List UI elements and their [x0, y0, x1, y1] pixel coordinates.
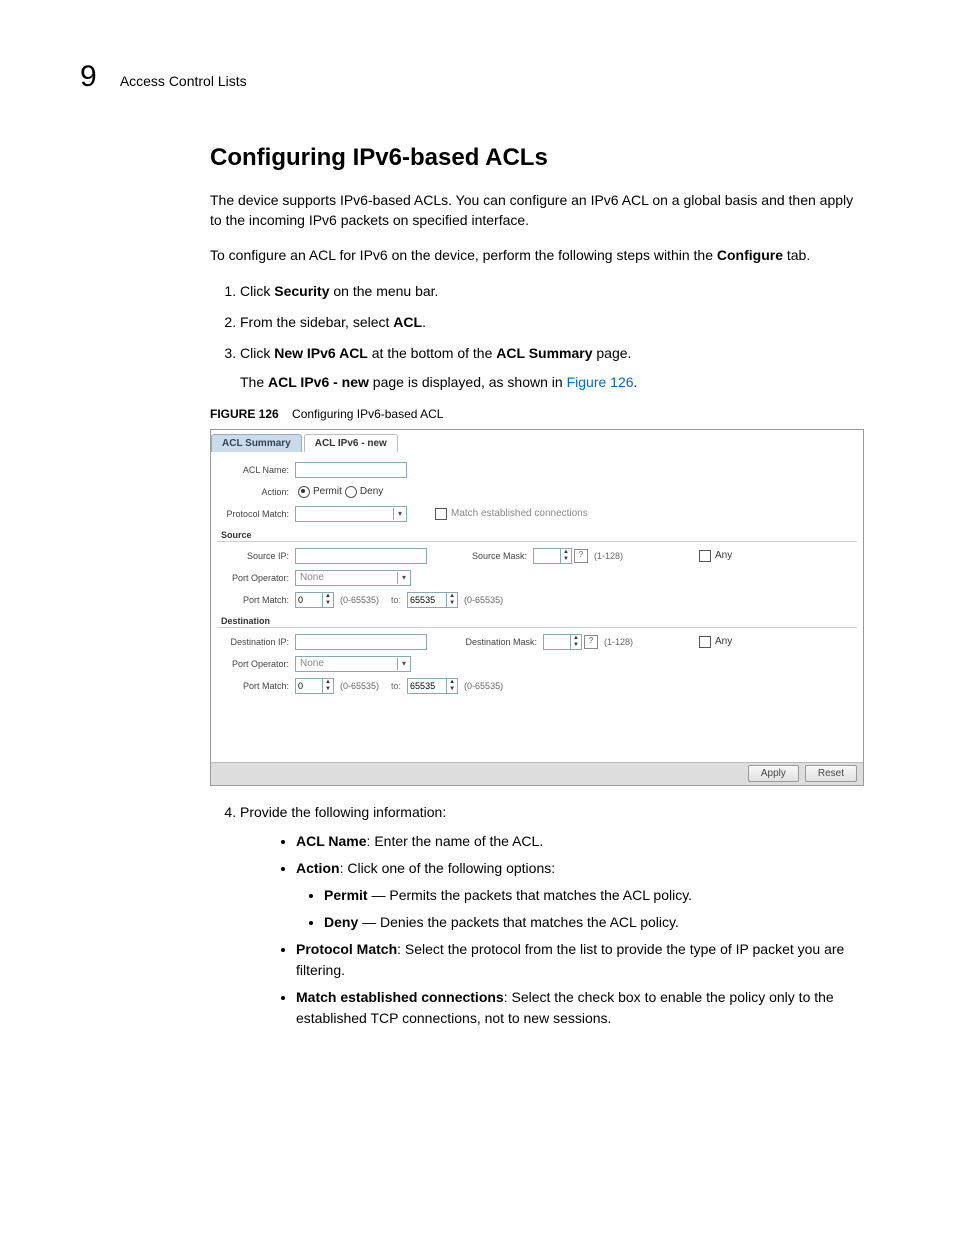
tab-acl-summary[interactable]: ACL Summary: [211, 434, 302, 452]
reset-button[interactable]: Reset: [805, 765, 857, 782]
destination-port-match-label: Port Match:: [217, 681, 295, 691]
apply-button[interactable]: Apply: [748, 765, 799, 782]
bullet-protocol-match: Protocol Match: Select the protocol from…: [296, 939, 864, 981]
intro-paragraph-1: The device supports IPv6-based ACLs. You…: [210, 190, 864, 231]
form-footer: Apply Reset: [211, 762, 863, 785]
step-2: From the sidebar, select ACL.: [240, 310, 864, 335]
source-any-checkbox[interactable]: [699, 550, 711, 562]
bullet-deny: Deny — Denies the packets that matches t…: [324, 912, 864, 933]
bullet-permit: Permit — Permits the packets that matche…: [324, 885, 864, 906]
help-icon[interactable]: ?: [584, 635, 598, 649]
permit-label: Permit: [313, 486, 342, 497]
configure-term: Configure: [717, 247, 783, 263]
action-sub-bullets: Permit — Permits the packets that matche…: [296, 885, 864, 933]
procedure-steps-continued: Provide the following information: ACL N…: [210, 800, 864, 1029]
source-ip-label: Source IP:: [217, 551, 295, 561]
chevron-down-icon: ▾: [397, 572, 410, 584]
to-label: to:: [391, 681, 401, 691]
figure-caption: FIGURE 126 Configuring IPv6-based ACL: [210, 407, 864, 421]
action-label: Action:: [217, 487, 295, 497]
destination-port-high-spinner[interactable]: ▲▼: [407, 678, 458, 694]
source-mask-label: Source Mask:: [457, 551, 533, 561]
destination-port-high-range: (0-65535): [464, 681, 503, 691]
tab-bar: ACL Summary ACL IPv6 - new: [211, 430, 863, 452]
destination-port-low-spinner[interactable]: ▲▼: [295, 678, 334, 694]
permit-radio[interactable]: [298, 486, 310, 498]
step-1: Click Security on the menu bar.: [240, 279, 864, 304]
intro-paragraph-2: To configure an ACL for IPv6 on the devi…: [210, 245, 864, 265]
bullet-match-established: Match established connections: Select th…: [296, 987, 864, 1029]
acl-name-label: ACL Name:: [217, 465, 295, 475]
destination-mask-spinner[interactable]: ▲▼: [543, 634, 582, 650]
source-port-operator-select[interactable]: None▾: [295, 570, 411, 586]
source-port-match-label: Port Match:: [217, 595, 295, 605]
chapter-number: 9: [80, 60, 97, 94]
bullet-acl-name: ACL Name: Enter the name of the ACL.: [296, 831, 864, 852]
content: Configuring IPv6-based ACLs The device s…: [210, 144, 864, 1029]
figure-126-link[interactable]: Figure 126: [567, 374, 634, 390]
destination-port-low-range: (0-65535): [340, 681, 379, 691]
page: 9 Access Control Lists Configuring IPv6-…: [0, 0, 954, 1235]
source-port-low-range: (0-65535): [340, 595, 379, 605]
protocol-match-select[interactable]: ▾: [295, 506, 407, 522]
figure-title: Configuring IPv6-based ACL: [292, 407, 443, 421]
destination-ip-input[interactable]: [295, 634, 427, 650]
source-port-high-range: (0-65535): [464, 595, 503, 605]
source-port-high-spinner[interactable]: ▲▼: [407, 592, 458, 608]
source-group-header: Source: [217, 528, 857, 542]
source-mask-range: (1-128): [594, 551, 623, 561]
source-ip-input[interactable]: [295, 548, 427, 564]
deny-label: Deny: [360, 486, 383, 497]
source-any-label: Any: [715, 550, 732, 561]
procedure-steps: Click Security on the menu bar. From the…: [210, 279, 864, 393]
destination-group-header: Destination: [217, 614, 857, 628]
page-header: 9 Access Control Lists: [80, 60, 874, 94]
destination-mask-range: (1-128): [604, 637, 633, 647]
step-4: Provide the following information: ACL N…: [240, 800, 864, 1029]
source-mask-spinner[interactable]: ▲▼: [533, 548, 572, 564]
destination-any-checkbox[interactable]: [699, 636, 711, 648]
destination-port-operator-label: Port Operator:: [217, 659, 295, 669]
source-port-operator-label: Port Operator:: [217, 573, 295, 583]
acl-ipv6-new-screenshot: ACL Summary ACL IPv6 - new ACL Name: Act…: [210, 429, 864, 786]
match-established-checkbox[interactable]: [435, 508, 447, 520]
destination-ip-label: Destination IP:: [217, 637, 295, 647]
deny-radio[interactable]: [345, 486, 357, 498]
step-3: Click New IPv6 ACL at the bottom of the …: [240, 341, 864, 392]
chevron-down-icon: ▾: [397, 658, 410, 670]
step-3-note: The ACL IPv6 - new page is displayed, as…: [240, 372, 864, 392]
chevron-down-icon: ▾: [393, 508, 406, 520]
step-4-bullets: ACL Name: Enter the name of the ACL. Act…: [240, 831, 864, 1029]
protocol-match-label: Protocol Match:: [217, 509, 295, 519]
chapter-title: Access Control Lists: [120, 73, 247, 89]
destination-any-label: Any: [715, 636, 732, 647]
help-icon[interactable]: ?: [574, 549, 588, 563]
acl-name-input[interactable]: [295, 462, 407, 478]
match-established-label: Match established connections: [451, 508, 588, 519]
tab-acl-ipv6-new[interactable]: ACL IPv6 - new: [304, 434, 398, 452]
to-label: to:: [391, 595, 401, 605]
destination-port-operator-select[interactable]: None▾: [295, 656, 411, 672]
figure-label: FIGURE 126: [210, 407, 279, 421]
bullet-action: Action: Click one of the following optio…: [296, 858, 864, 933]
section-heading: Configuring IPv6-based ACLs: [210, 144, 864, 172]
destination-mask-label: Destination Mask:: [457, 637, 543, 647]
acl-form: ACL Name: Action: Permit Deny Protocol M…: [211, 452, 863, 762]
source-port-low-spinner[interactable]: ▲▼: [295, 592, 334, 608]
